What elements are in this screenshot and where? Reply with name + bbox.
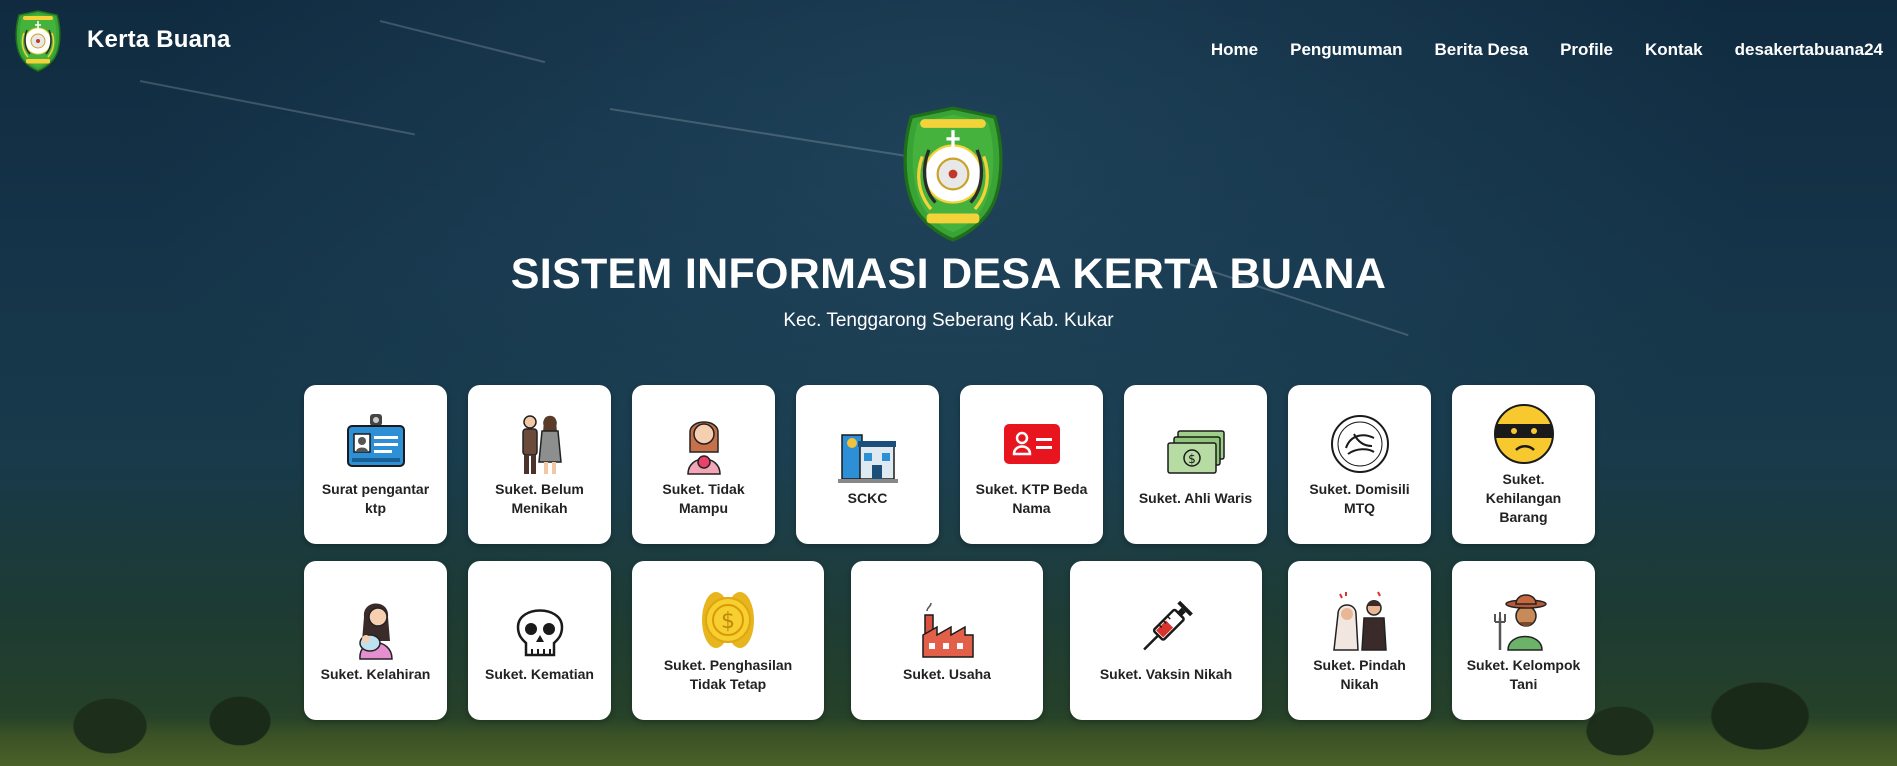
mother-baby-icon — [358, 603, 393, 660]
nav-link-profile[interactable]: Profile — [1560, 40, 1613, 60]
hero-title: SISTEM INFORMASI DESA KERTA BUANA — [510, 250, 1387, 298]
factory-icon — [922, 602, 974, 658]
service-card-kelompok-tani[interactable]: Suket. Kelompok Tani — [1452, 561, 1595, 720]
service-label: Suket. Usaha — [903, 666, 991, 682]
id-card-icon — [346, 413, 405, 467]
service-card-pengantar-ktp[interactable]: Surat pengantar ktp — [304, 385, 447, 544]
coins-icon: $ — [702, 591, 754, 648]
hero-subtitle: Kec. Tenggarong Seberang Kab. Kukar — [783, 310, 1114, 331]
nav-link-home[interactable]: Home — [1211, 40, 1258, 60]
money-stack-icon: $ — [1166, 430, 1225, 474]
service-card-pindah-nikah[interactable]: Suket. Pindah Nikah — [1288, 561, 1431, 720]
syringe-icon — [1143, 600, 1193, 651]
service-label: Suket. Penghasilan Tidak Tetap — [663, 656, 793, 692]
service-card-usaha[interactable]: Suket. Usaha — [851, 561, 1043, 720]
service-card-ahli-waris[interactable]: $ Suket. Ahli Waris — [1124, 385, 1267, 544]
svg-text:$: $ — [1188, 452, 1196, 466]
service-label: Suket. Pindah Nikah — [1313, 656, 1406, 692]
couple-icon — [521, 414, 562, 474]
svg-text:$: $ — [721, 609, 735, 634]
nav-link-berita-desa[interactable]: Berita Desa — [1435, 40, 1529, 60]
service-card-belum-menikah[interactable]: Suket. Belum Menikah — [468, 385, 611, 544]
wedding-couple-icon — [1332, 591, 1387, 651]
quran-emblem-icon — [1330, 414, 1389, 473]
service-card-kelahiran[interactable]: Suket. Kelahiran — [304, 561, 447, 720]
service-label: Suket. Kelahiran — [320, 666, 431, 682]
service-label: Suket. Vaksin Nikah — [1099, 666, 1233, 682]
thief-face-icon — [1493, 404, 1554, 464]
service-label: Suket. Belum Menikah — [495, 480, 584, 516]
police-station-icon — [837, 434, 898, 483]
service-label: Suket. Kematian — [485, 666, 594, 682]
sky-streak — [609, 108, 937, 162]
service-card-skck[interactable]: SCKC — [796, 385, 939, 544]
service-card-kehilangan-barang[interactable]: Suket. Kehilangan Barang — [1452, 385, 1595, 544]
service-card-vaksin-nikah[interactable]: Suket. Vaksin Nikah — [1070, 561, 1262, 720]
nav-link-account[interactable]: desakertabuana24 — [1735, 40, 1883, 60]
service-label: Suket. Kelompok Tani — [1466, 656, 1581, 692]
service-card-domisili-mtq[interactable]: Suket. Domisili MTQ — [1288, 385, 1431, 544]
service-card-ktp-beda-nama[interactable]: Suket. KTP Beda Nama — [960, 385, 1103, 544]
service-label: SCKC — [847, 490, 888, 506]
hero-emblem-icon — [898, 106, 1008, 242]
service-label: Suket. Domisili MTQ — [1309, 480, 1410, 516]
nav-link-kontak[interactable]: Kontak — [1645, 40, 1703, 60]
service-label: Suket. KTP Beda Nama — [975, 480, 1088, 516]
service-label: Suket. Ahli Waris — [1138, 490, 1253, 506]
skull-icon — [516, 609, 563, 657]
service-label: Surat pengantar ktp — [321, 480, 430, 516]
service-card-tidak-mampu[interactable]: Suket. Tidak Mampu — [632, 385, 775, 544]
farmer-icon — [1493, 593, 1547, 651]
sky-streak — [379, 20, 546, 64]
sky-streak — [139, 80, 416, 136]
service-label: Suket. Tidak Mampu — [662, 480, 745, 516]
nav-link-pengumuman[interactable]: Pengumuman — [1290, 40, 1402, 60]
service-label: Suket. Kehilangan Barang — [1485, 471, 1562, 525]
logo-emblem-icon[interactable] — [12, 10, 64, 72]
id-badge-icon — [1003, 423, 1060, 464]
woman-coin-icon — [686, 420, 721, 475]
service-card-kematian[interactable]: Suket. Kematian — [468, 561, 611, 720]
service-card-penghasilan-tidak-tetap[interactable]: $ Suket. Penghasilan Tidak Tetap — [632, 561, 824, 720]
brand-title[interactable]: Kerta Buana — [87, 26, 231, 54]
main-nav: Home Pengumuman Berita Desa Profile Kont… — [1211, 40, 1883, 60]
